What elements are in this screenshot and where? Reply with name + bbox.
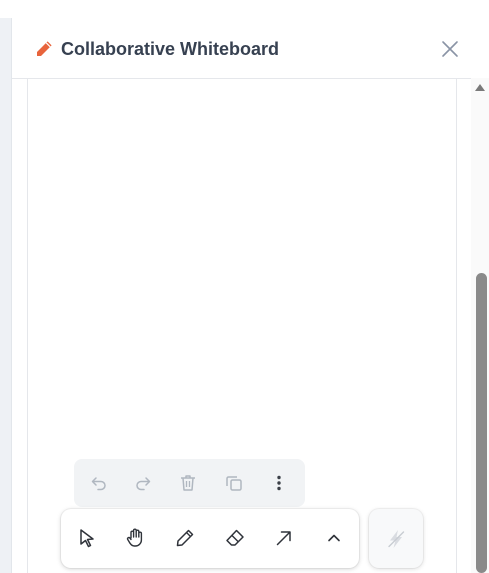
undo-icon: [91, 477, 106, 491]
background-sidebar: [0, 18, 12, 573]
arrow-icon: [276, 531, 291, 546]
eraser-tool-button[interactable]: [218, 521, 252, 555]
scroll-up-arrow[interactable]: [475, 84, 485, 91]
select-pointer-icon: [80, 529, 94, 548]
close-icon: [442, 41, 458, 57]
undo-button[interactable]: [82, 466, 116, 500]
delete-button[interactable]: [171, 466, 205, 500]
more-vertical-icon: [277, 475, 281, 491]
eraser-icon: [226, 529, 244, 546]
hand-tool-button[interactable]: [119, 521, 153, 555]
lightning-icon: [388, 529, 405, 548]
secondary-toolbar: [74, 459, 305, 507]
scrollbar-thumb[interactable]: [476, 273, 487, 573]
duplicate-icon: [226, 476, 242, 491]
pencil-tool-button[interactable]: [168, 521, 202, 555]
pencil-draw-icon: [176, 529, 194, 547]
quick-action-button[interactable]: [369, 509, 423, 568]
hand-pan-icon: [126, 528, 143, 547]
chevron-up-icon: [328, 534, 340, 542]
redo-button[interactable]: [126, 466, 160, 500]
duplicate-button[interactable]: [217, 466, 251, 500]
more-options-button[interactable]: [262, 466, 296, 500]
pencil-icon: [34, 39, 54, 59]
redo-icon: [136, 477, 151, 491]
panel-title: Collaborative Whiteboard: [61, 39, 280, 59]
trash-icon: [181, 475, 195, 491]
arrow-tool-button[interactable]: [267, 521, 301, 555]
main-toolbar: [61, 509, 359, 568]
close-button[interactable]: [440, 39, 460, 59]
panel-header: Collaborative Whiteboard: [12, 18, 489, 79]
expand-toolbar-button[interactable]: [317, 521, 351, 555]
select-tool-button[interactable]: [70, 521, 104, 555]
